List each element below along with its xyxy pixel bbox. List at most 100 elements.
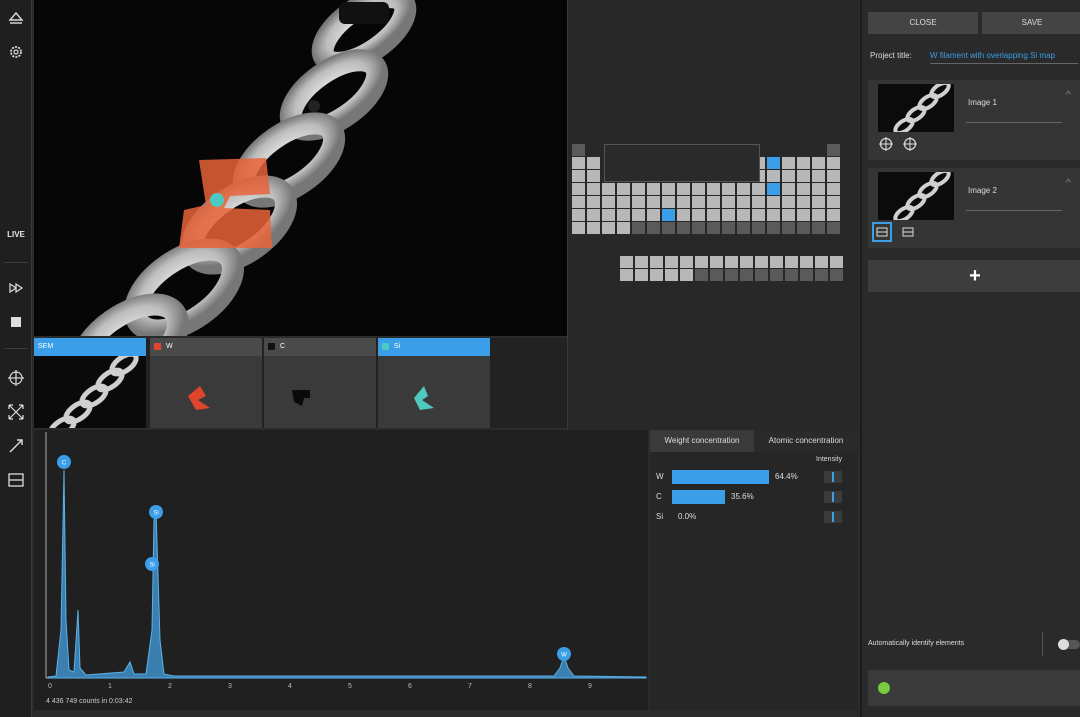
eject-icon[interactable] (4, 6, 28, 30)
intensity-slider[interactable] (824, 471, 842, 483)
element-cell[interactable] (680, 269, 693, 281)
element-cell[interactable] (815, 269, 828, 281)
element-cell[interactable] (662, 196, 675, 208)
element-cell[interactable] (587, 209, 600, 221)
element-cell[interactable] (665, 269, 678, 281)
element-cell[interactable] (587, 196, 600, 208)
element-cell[interactable] (710, 269, 723, 281)
element-cell[interactable] (692, 209, 705, 221)
auto-identify-toggle[interactable] (1058, 639, 1080, 650)
thumb-c-map[interactable]: C (264, 338, 376, 428)
element-cell[interactable] (827, 144, 840, 156)
periodic-table[interactable] (572, 144, 862, 294)
element-cell[interactable] (620, 269, 633, 281)
element-cell[interactable] (752, 209, 765, 221)
element-cell[interactable] (662, 183, 675, 195)
element-cell[interactable] (572, 196, 585, 208)
element-cell[interactable] (737, 196, 750, 208)
crosshair-icon[interactable] (876, 134, 896, 154)
element-cell[interactable] (800, 256, 813, 268)
element-cell[interactable] (722, 222, 735, 234)
element-cell[interactable] (647, 183, 660, 195)
element-cell[interactable] (812, 209, 825, 221)
element-cell[interactable] (692, 222, 705, 234)
crosshair-icon[interactable] (900, 134, 920, 154)
element-cell[interactable] (695, 256, 708, 268)
element-cell[interactable] (632, 183, 645, 195)
element-cell[interactable] (812, 170, 825, 182)
element-cell[interactable] (707, 183, 720, 195)
element-cell[interactable] (740, 256, 753, 268)
chevron-up-icon[interactable]: ^ (1066, 90, 1071, 101)
element-cell[interactable] (827, 170, 840, 182)
thumb-sem[interactable]: SEM (34, 338, 146, 441)
element-cell[interactable] (635, 269, 648, 281)
element-cell[interactable] (767, 183, 780, 195)
element-cell[interactable] (740, 269, 753, 281)
element-cell[interactable] (572, 157, 585, 169)
element-cell[interactable] (797, 157, 810, 169)
thumb-w-map[interactable]: W (150, 338, 262, 428)
element-cell[interactable] (572, 209, 585, 221)
element-cell[interactable] (782, 170, 795, 182)
element-cell[interactable] (797, 209, 810, 221)
element-cell[interactable] (797, 222, 810, 234)
element-cell[interactable] (737, 222, 750, 234)
element-cell[interactable] (602, 196, 615, 208)
element-cell[interactable] (785, 256, 798, 268)
element-cell[interactable] (620, 256, 633, 268)
element-cell[interactable] (617, 209, 630, 221)
element-cell[interactable] (650, 269, 663, 281)
element-cell[interactable] (617, 222, 630, 234)
element-cell[interactable] (707, 209, 720, 221)
element-cell[interactable] (800, 269, 813, 281)
region-icon[interactable] (872, 222, 892, 242)
live-label[interactable]: LIVE (0, 230, 32, 239)
element-cell[interactable] (812, 183, 825, 195)
stop-icon[interactable] (4, 310, 28, 334)
element-cell[interactable] (707, 222, 720, 234)
element-cell[interactable] (752, 222, 765, 234)
peak-marker[interactable]: Si (149, 505, 163, 519)
element-cell[interactable] (587, 170, 600, 182)
element-cell[interactable] (647, 209, 660, 221)
element-cell[interactable] (677, 222, 690, 234)
element-cell[interactable] (662, 222, 675, 234)
element-cell[interactable] (770, 269, 783, 281)
element-cell[interactable] (737, 209, 750, 221)
element-cell[interactable] (767, 196, 780, 208)
peak-marker[interactable]: W (557, 647, 571, 661)
element-cell[interactable] (827, 157, 840, 169)
element-cell[interactable] (737, 183, 750, 195)
element-cell[interactable] (632, 209, 645, 221)
element-cell[interactable] (677, 209, 690, 221)
peak-marker[interactable]: C (57, 455, 71, 469)
element-cell[interactable] (830, 256, 843, 268)
element-cell[interactable] (677, 183, 690, 195)
element-cell[interactable] (782, 209, 795, 221)
element-cell[interactable] (767, 222, 780, 234)
element-cell[interactable] (587, 222, 600, 234)
sem-image-view[interactable] (34, 0, 567, 336)
element-cell[interactable] (617, 183, 630, 195)
element-cell[interactable] (692, 196, 705, 208)
tab-atomic-concentration[interactable]: Atomic concentration (754, 430, 858, 452)
tab-weight-concentration[interactable]: Weight concentration (650, 430, 754, 452)
element-cell[interactable] (695, 269, 708, 281)
element-cell[interactable] (812, 222, 825, 234)
element-cell[interactable] (587, 183, 600, 195)
element-cell[interactable] (707, 196, 720, 208)
element-cell[interactable] (812, 157, 825, 169)
element-cell[interactable] (635, 256, 648, 268)
element-cell[interactable] (647, 222, 660, 234)
element-cell[interactable] (722, 209, 735, 221)
image-card-1[interactable]: Image 1 ^ (868, 80, 1080, 160)
element-cell[interactable] (752, 196, 765, 208)
element-cell[interactable] (725, 256, 738, 268)
element-cell[interactable] (830, 269, 843, 281)
element-cell[interactable] (647, 196, 660, 208)
add-image-button[interactable]: + (868, 260, 1080, 292)
element-cell[interactable] (677, 196, 690, 208)
element-cell[interactable] (722, 183, 735, 195)
element-cell[interactable] (650, 256, 663, 268)
